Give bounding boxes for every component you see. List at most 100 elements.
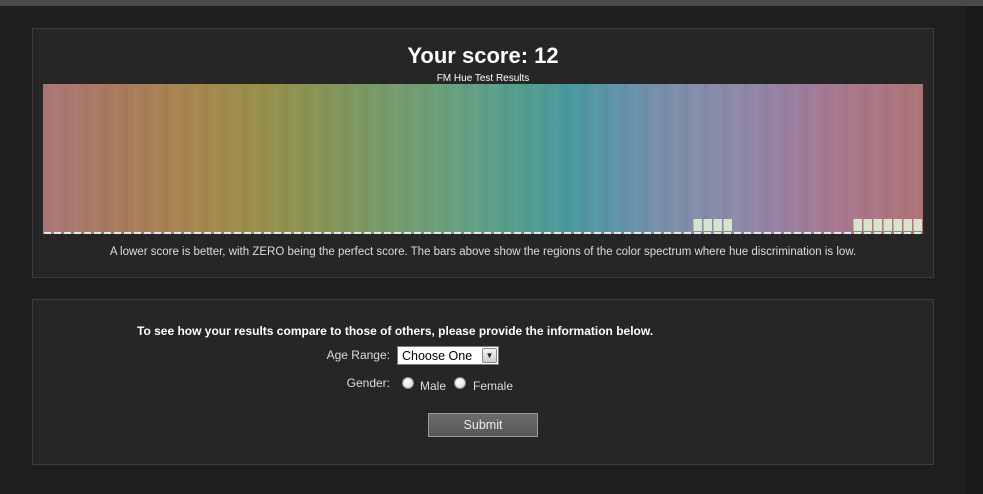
baseline-dash [454, 232, 461, 234]
baseline-dash [774, 232, 781, 234]
baseline-dash [804, 232, 811, 234]
baseline-dash [334, 232, 341, 234]
gender-male-radio[interactable] [402, 377, 414, 389]
baseline-dash [904, 232, 911, 234]
baseline-dash [554, 232, 561, 234]
baseline-dash [114, 232, 121, 234]
baseline-dash [434, 232, 441, 234]
baseline-dash [784, 232, 791, 234]
error-bars [44, 219, 922, 234]
hue-spectrum-chart [43, 84, 923, 234]
baseline-dash [594, 232, 601, 234]
baseline-dash [514, 232, 521, 234]
error-bar [893, 219, 902, 231]
baseline-dash [864, 232, 871, 234]
baseline-dash [844, 232, 851, 234]
baseline-dash [64, 232, 71, 234]
baseline-dash [74, 232, 81, 234]
baseline-dash [464, 232, 471, 234]
baseline-dash [764, 232, 771, 234]
baseline-dash [354, 232, 361, 234]
baseline-dash [624, 232, 631, 234]
baseline-dash [874, 232, 881, 234]
baseline-dash [734, 232, 741, 234]
baseline-dash [164, 232, 171, 234]
baseline-dash [374, 232, 381, 234]
female-label[interactable]: Female [473, 379, 513, 393]
baseline-dash [634, 232, 641, 234]
results-panel: Your score: 12 FM Hue Test Results A low… [32, 28, 934, 278]
baseline-dash [854, 232, 861, 234]
baseline-dash [144, 232, 151, 234]
baseline-dash [644, 232, 651, 234]
form-intro: To see how your results compare to those… [137, 324, 654, 338]
baseline-dash [824, 232, 831, 234]
male-label[interactable]: Male [420, 379, 446, 393]
error-bar [913, 219, 922, 231]
baseline-dash [54, 232, 61, 234]
baseline-dash [584, 232, 591, 234]
age-range-value: Choose One [402, 349, 473, 363]
baseline-dash [664, 232, 671, 234]
baseline-dash [884, 232, 891, 234]
error-bar [723, 219, 732, 231]
baseline-dash [534, 232, 541, 234]
baseline-dash [44, 232, 51, 234]
baseline-dash [214, 232, 221, 234]
baseline-dash [474, 232, 481, 234]
error-bar [693, 219, 702, 231]
error-bar [903, 219, 912, 231]
baseline-dash [544, 232, 551, 234]
baseline-dash [184, 232, 191, 234]
baseline-dash [154, 232, 161, 234]
baseline-dash [394, 232, 401, 234]
baseline-dash [484, 232, 491, 234]
baseline-dash [344, 232, 351, 234]
baseline-dash [204, 232, 211, 234]
baseline-dash [274, 232, 281, 234]
baseline-dash [304, 232, 311, 234]
baseline-dash [614, 232, 621, 234]
baseline-dash [794, 232, 801, 234]
baseline-dash [714, 232, 721, 234]
chevron-down-icon[interactable]: ▼ [482, 348, 497, 363]
baseline-dash [244, 232, 251, 234]
baseline-dash [604, 232, 611, 234]
right-margin [966, 6, 983, 494]
baseline-dash [524, 232, 531, 234]
baseline-dash [404, 232, 411, 234]
baseline-dash [84, 232, 91, 234]
baseline-dash [834, 232, 841, 234]
baseline-dash [754, 232, 761, 234]
error-bar [863, 219, 872, 231]
baseline-dash [284, 232, 291, 234]
baseline-dash [254, 232, 261, 234]
baseline-dash [504, 232, 511, 234]
baseline-dash [674, 232, 681, 234]
baseline-dash [324, 232, 331, 234]
baseline-dash [744, 232, 751, 234]
baseline-dash [294, 232, 301, 234]
comparison-form: To see how your results compare to those… [32, 299, 934, 465]
baseline-dash [574, 232, 581, 234]
error-bar [853, 219, 862, 231]
window-top-edge [0, 0, 983, 6]
age-range-select[interactable]: Choose One ▼ [397, 346, 499, 365]
gender-female-radio[interactable] [454, 377, 466, 389]
error-bar [883, 219, 892, 231]
baseline-dash [104, 232, 111, 234]
submit-button[interactable]: Submit [428, 413, 538, 437]
baseline-dash [654, 232, 661, 234]
baseline-dash [224, 232, 231, 234]
baseline-dash [894, 232, 901, 234]
baseline-dash [694, 232, 701, 234]
baseline-dash [94, 232, 101, 234]
baseline-dash [134, 232, 141, 234]
baseline-dash [364, 232, 371, 234]
baseline-dash [684, 232, 691, 234]
baseline-dash [384, 232, 391, 234]
baseline-dash [724, 232, 731, 234]
baseline-dash [914, 232, 921, 234]
baseline-dash [444, 232, 451, 234]
baseline-dash [124, 232, 131, 234]
